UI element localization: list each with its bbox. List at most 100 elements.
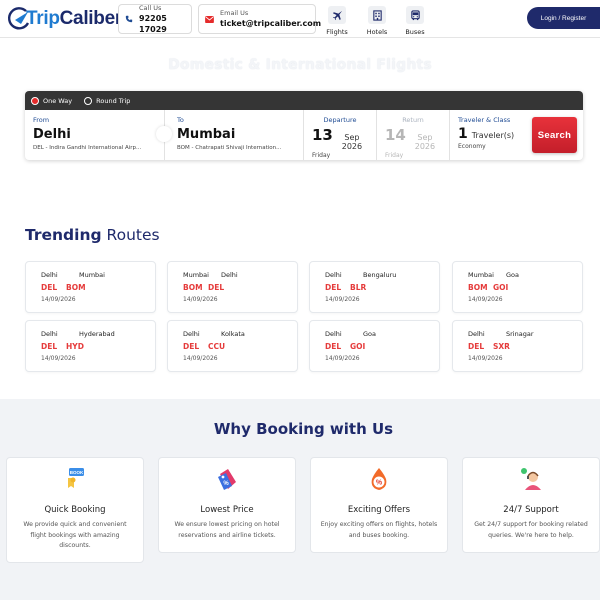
feature-title: Lowest Price — [200, 505, 254, 515]
phone-icon — [125, 14, 133, 24]
nav-buses[interactable]: Buses — [400, 6, 430, 36]
feature-title: 24/7 Support — [503, 505, 559, 515]
search-button[interactable]: Search — [532, 117, 577, 153]
traveler-count: 1 — [458, 126, 468, 142]
route-from-code: DEL — [325, 342, 342, 351]
from-field[interactable]: From Delhi DEL - Indira Gandhi Internati… — [25, 110, 165, 160]
trending-heading-bold: Trending — [25, 226, 102, 244]
departure-label: Departure — [323, 116, 357, 124]
route-from-city: Delhi — [41, 330, 58, 338]
login-register-button[interactable]: Login / Register — [527, 7, 600, 29]
route-card[interactable]: Delhi Mumbai DEL BOM 14/09/2026 — [25, 261, 156, 313]
route-card[interactable]: Delhi Srinagar DEL SXR 14/09/2026 — [452, 320, 583, 372]
route-cities: Delhi Kolkata — [183, 330, 245, 338]
route-from-code: DEL — [468, 342, 485, 351]
route-from-code: BOM — [183, 283, 203, 292]
trip-type-one-way[interactable]: One Way — [31, 96, 73, 105]
route-card[interactable]: Delhi Goa DEL GOI 14/09/2026 — [309, 320, 440, 372]
route-date: 14/09/2026 — [325, 296, 360, 303]
route-codes: DEL BLR — [325, 283, 366, 292]
envelope-icon — [205, 14, 214, 24]
route-to-city: Bengaluru — [363, 271, 397, 279]
price-tag-icon: % — [218, 469, 236, 490]
route-date: 14/09/2026 — [183, 296, 218, 303]
route-codes: DEL CCU — [183, 342, 225, 351]
feature-card-lowest-price: % Lowest Price We ensure lowest pricing … — [158, 457, 296, 553]
route-from-city: Delhi — [41, 271, 58, 279]
trip-type-round-trip[interactable]: Round Trip — [84, 96, 131, 105]
route-date: 14/09/2026 — [183, 355, 218, 362]
route-codes: DEL HYD — [41, 342, 84, 351]
route-from-city: Delhi — [325, 271, 342, 279]
route-to-code: GOI — [350, 342, 366, 351]
route-to-city: Mumbai — [79, 271, 105, 279]
why-booking-heading: Why Booking with Us — [213, 420, 394, 438]
departure-weekday: Friday — [312, 152, 331, 159]
route-card[interactable]: Mumbai Goa BOM GOI 14/09/2026 — [452, 261, 583, 313]
trip-type-bar: One Way Round Trip — [25, 91, 583, 110]
to-label: To — [177, 116, 184, 124]
route-from-code: DEL — [41, 283, 58, 292]
nav-hotels[interactable]: Hotels — [362, 6, 392, 36]
svg-text:BOOK: BOOK — [70, 470, 84, 475]
route-to-code: GOI — [493, 283, 509, 292]
return-day: 14 — [385, 126, 406, 144]
route-from-city: Delhi — [183, 330, 200, 338]
route-from-code: DEL — [41, 342, 58, 351]
nav-flights[interactable]: Flights — [322, 6, 352, 36]
round-trip-radio[interactable] — [84, 96, 93, 105]
feature-text: Get 24/7 support for booking related que… — [474, 521, 588, 539]
one-way-radio[interactable] — [31, 96, 39, 105]
return-weekday: Friday — [385, 152, 404, 159]
route-codes: BOM GOI — [468, 283, 508, 292]
route-from-city: Mumbai — [183, 271, 209, 279]
brand-name: TripCaliber — [26, 8, 122, 29]
search-fields: From Delhi DEL - Indira Gandhi Internati… — [25, 110, 583, 160]
feature-text: Enjoy exciting offers on flights, hotels… — [320, 521, 438, 539]
route-to-city: Goa — [506, 271, 519, 279]
route-card[interactable]: Mumbai Delhi BOM DEL 14/09/2026 — [167, 261, 298, 313]
traveler-class-label: Traveler & Class — [458, 116, 511, 124]
call-us-number: 92205 17029 — [139, 13, 167, 34]
feature-title: Exciting Offers — [347, 505, 411, 515]
route-codes: BOM DEL — [183, 283, 224, 292]
return-field[interactable]: Return 14 Sep 2026 Friday — [377, 110, 450, 160]
nav-buses-label: Buses — [405, 28, 425, 36]
route-codes: DEL BOM — [41, 283, 86, 292]
route-to-code: BOM — [66, 283, 86, 292]
email-us-box[interactable]: Email Us ticket@tripcaliber.com — [198, 4, 321, 34]
one-way-label: One Way — [43, 96, 73, 105]
route-from-code: BOM — [468, 283, 488, 292]
traveler-unit: Traveler(s) — [471, 131, 515, 140]
route-to-city: Goa — [363, 330, 376, 338]
route-cities: Delhi Bengaluru — [325, 271, 396, 279]
departure-day: 13 — [312, 126, 333, 144]
airplane-icon — [328, 6, 346, 24]
route-from-city: Mumbai — [468, 271, 494, 279]
traveler-count-row: 1 Traveler(s) — [458, 126, 518, 142]
route-date: 14/09/2026 — [468, 355, 503, 362]
route-to-city: Hyderabad — [79, 330, 115, 338]
to-field[interactable]: To Mumbai BOM - Chatrapati Shivaji Inter… — [165, 110, 304, 160]
route-to-city: Delhi — [221, 271, 238, 279]
return-month-year: Sep 2026 — [414, 133, 436, 151]
call-us-box[interactable]: Call Us 92205 17029 — [118, 4, 192, 34]
route-from-code: DEL — [325, 283, 342, 292]
hotel-building-icon — [368, 6, 386, 24]
to-airport: BOM - Chatrapati Shivaji Internation... — [177, 145, 282, 151]
route-from-code: DEL — [183, 342, 200, 351]
return-date: 14 Sep 2026 — [385, 126, 441, 151]
route-card[interactable]: Delhi Bengaluru DEL BLR 14/09/2026 — [309, 261, 440, 313]
brand-logo[interactable]: TripCaliber — [6, 5, 122, 33]
route-to-code: DEL — [208, 283, 225, 292]
swap-cities-button[interactable] — [156, 126, 172, 142]
nav-flights-label: Flights — [326, 28, 348, 36]
route-card[interactable]: Delhi Hyderabad DEL HYD 14/09/2026 — [25, 320, 156, 372]
return-label: Return — [402, 116, 424, 124]
route-card[interactable]: Delhi Kolkata DEL CCU 14/09/2026 — [167, 320, 298, 372]
round-trip-label: Round Trip — [96, 96, 131, 105]
route-to-city: Srinagar — [506, 330, 534, 338]
departure-field[interactable]: Departure 13 Sep 2026 Friday — [304, 110, 377, 160]
traveler-class-field[interactable]: Traveler & Class 1 Traveler(s) Economy — [450, 110, 526, 160]
route-cities: Delhi Hyderabad — [41, 330, 115, 338]
